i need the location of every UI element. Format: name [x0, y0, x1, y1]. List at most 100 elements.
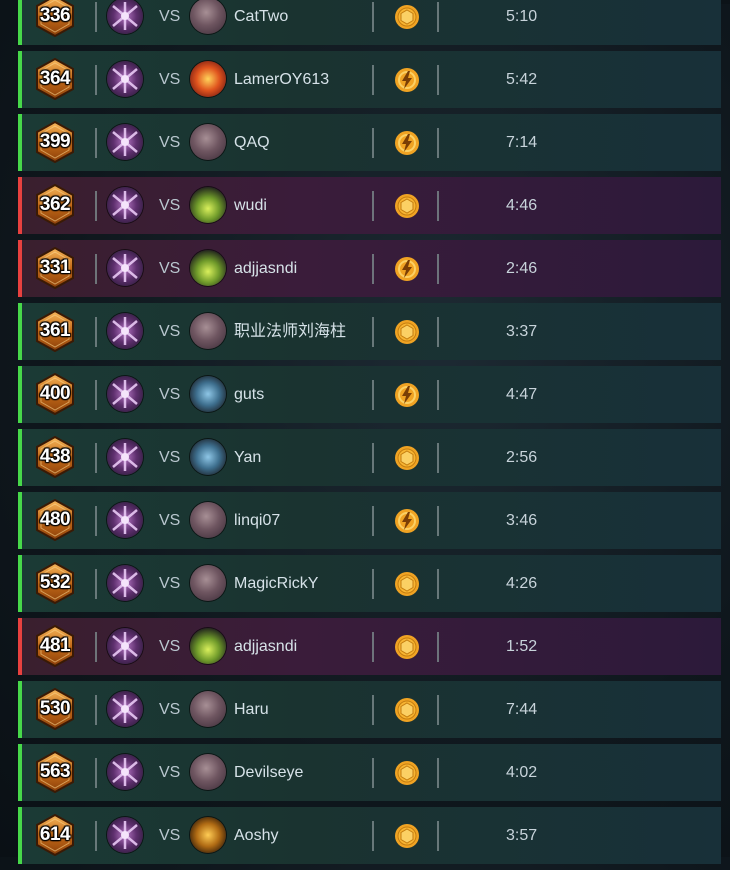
match-row[interactable]: 530 VS Haru 7:44 — [18, 681, 721, 738]
match-row[interactable]: 438 VS Yan 2:56 — [18, 429, 721, 486]
rank-number: 530 — [39, 698, 71, 719]
match-duration: 7:44 — [506, 701, 538, 718]
opponent-name[interactable]: guts — [234, 366, 264, 423]
match-duration: 4:26 — [506, 575, 538, 592]
divider — [372, 569, 374, 599]
vs-label: VS — [159, 323, 181, 340]
divider — [437, 317, 439, 347]
coin-icon — [394, 634, 420, 660]
mage-avatar-icon — [190, 313, 226, 349]
match-duration: 3:57 — [506, 827, 538, 844]
match-row[interactable]: 481 VS adjjasndi 1:52 — [18, 618, 721, 675]
vs-label: VS — [159, 449, 181, 466]
player-hero-avatar-icon — [107, 691, 143, 727]
opponent-name[interactable]: Yan — [234, 429, 261, 486]
rank-badge: 530 — [35, 688, 75, 730]
divider — [95, 191, 97, 221]
match-duration: 5:42 — [506, 71, 538, 88]
player-hero-avatar-icon — [107, 61, 143, 97]
opponent-name[interactable]: Haru — [234, 681, 269, 738]
bolt-icon — [394, 256, 420, 282]
rank-badge: 480 — [35, 499, 75, 541]
opponent-name[interactable]: QAQ — [234, 114, 270, 171]
divider — [372, 632, 374, 662]
bolt-icon — [394, 67, 420, 93]
opponent-name[interactable]: adjjasndi — [234, 240, 297, 297]
opponent-name[interactable]: MagicRickY — [234, 555, 318, 612]
rank-number: 438 — [39, 446, 71, 467]
divider — [437, 632, 439, 662]
opponent-name[interactable]: 职业法师刘海柱 — [234, 303, 346, 360]
match-duration: 7:14 — [506, 134, 538, 151]
opponent-name[interactable]: Devilseye — [234, 744, 303, 801]
match-duration: 5:10 — [506, 8, 538, 25]
bolt-icon — [394, 508, 420, 534]
divider — [437, 506, 439, 536]
opponent-name[interactable]: Aoshy — [234, 807, 278, 864]
player-hero-avatar-icon — [107, 565, 143, 601]
coin-icon — [394, 760, 420, 786]
opponent-name[interactable]: wudi — [234, 177, 267, 234]
divider — [95, 569, 97, 599]
opponent-name[interactable]: CatTwo — [234, 0, 288, 45]
rank-badge: 361 — [35, 310, 75, 352]
divider — [437, 2, 439, 32]
divider — [437, 191, 439, 221]
match-row[interactable]: 361 VS 职业法师刘海柱 3:37 — [18, 303, 721, 360]
match-row[interactable]: 364 VS LamerOY613 5:42 — [18, 51, 721, 108]
match-row[interactable]: 362 VS wudi 4:46 — [18, 177, 721, 234]
rank-badge: 563 — [35, 751, 75, 793]
fire-avatar-icon — [190, 61, 226, 97]
green-avatar-icon — [190, 250, 226, 286]
divider — [372, 317, 374, 347]
player-hero-avatar-icon — [107, 124, 143, 160]
opponent-name[interactable]: adjjasndi — [234, 618, 297, 675]
divider — [372, 254, 374, 284]
divider — [372, 65, 374, 95]
mage-avatar-icon — [190, 124, 226, 160]
mage-avatar-icon — [190, 754, 226, 790]
coin-icon — [394, 193, 420, 219]
match-row[interactable]: 399 VS QAQ 7:14 — [18, 114, 721, 171]
rank-badge: 481 — [35, 625, 75, 667]
divider — [437, 65, 439, 95]
mech-avatar-icon — [190, 376, 226, 412]
coin-icon — [394, 571, 420, 597]
opponent-name[interactable]: LamerOY613 — [234, 51, 329, 108]
match-duration: 4:02 — [506, 764, 538, 781]
divider — [95, 506, 97, 536]
match-row[interactable]: 532 VS MagicRickY 4:26 — [18, 555, 721, 612]
match-row[interactable]: 331 VS adjjasndi 2:46 — [18, 240, 721, 297]
rank-badge: 438 — [35, 436, 75, 478]
vs-label: VS — [159, 386, 181, 403]
divider — [95, 632, 97, 662]
vs-label: VS — [159, 638, 181, 655]
rank-badge: 399 — [35, 121, 75, 163]
divider — [95, 821, 97, 851]
divider — [437, 758, 439, 788]
match-history-list: 336 VS CatTwo 5:10 364 VS LamerOY613 5:42 399 VS Q… — [18, 0, 721, 870]
rank-badge: 331 — [35, 247, 75, 289]
match-row[interactable]: 563 VS Devilseye 4:02 — [18, 744, 721, 801]
match-duration: 4:47 — [506, 386, 538, 403]
match-row[interactable]: 614 VS Aoshy 3:57 — [18, 807, 721, 864]
rank-badge: 614 — [35, 814, 75, 856]
vs-label: VS — [159, 512, 181, 529]
player-hero-avatar-icon — [107, 628, 143, 664]
match-duration: 3:46 — [506, 512, 538, 529]
match-duration: 3:37 — [506, 323, 538, 340]
match-row[interactable]: 336 VS CatTwo 5:10 — [18, 0, 721, 45]
match-row[interactable]: 400 VS guts 4:47 — [18, 366, 721, 423]
rank-number: 331 — [39, 257, 71, 278]
mech-avatar-icon — [190, 439, 226, 475]
opponent-name[interactable]: linqi07 — [234, 492, 280, 549]
coin-icon — [394, 319, 420, 345]
divider — [372, 128, 374, 158]
divider — [95, 65, 97, 95]
match-row[interactable]: 480 VS linqi07 3:46 — [18, 492, 721, 549]
divider — [95, 695, 97, 725]
rank-number: 336 — [39, 5, 71, 26]
vs-label: VS — [159, 827, 181, 844]
player-hero-avatar-icon — [107, 313, 143, 349]
divider — [95, 758, 97, 788]
